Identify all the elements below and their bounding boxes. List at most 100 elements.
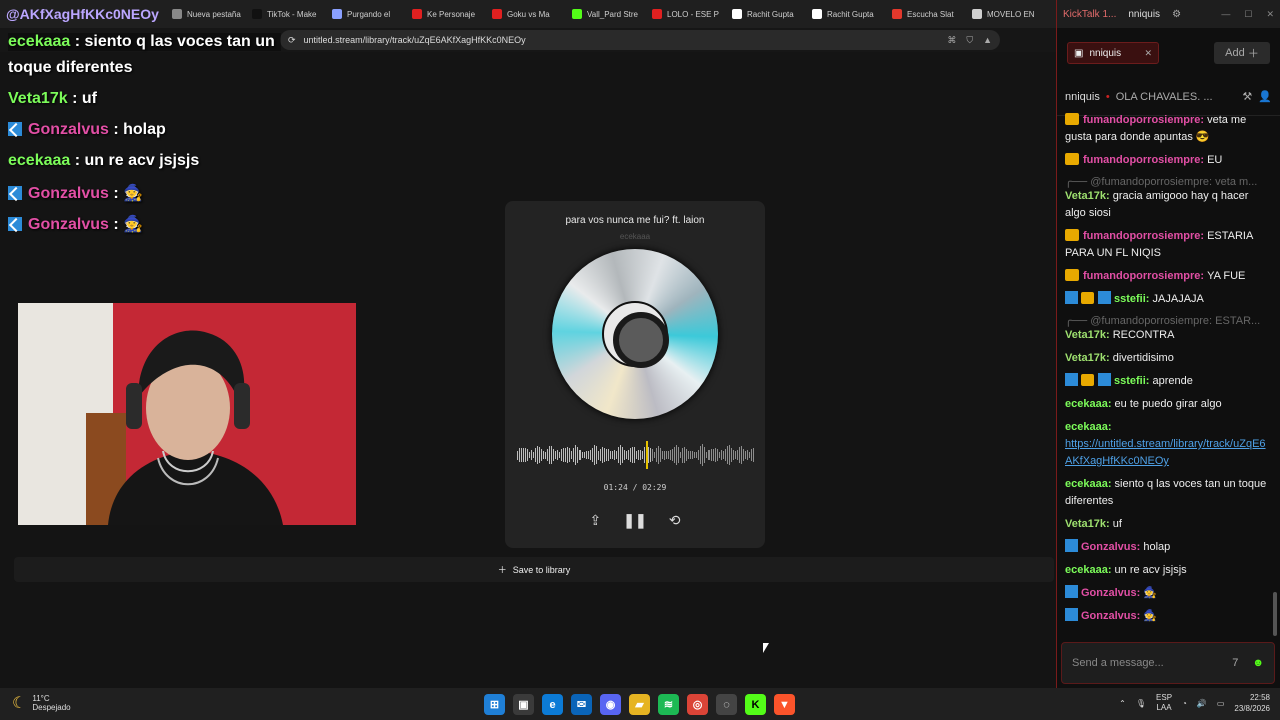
chat-username[interactable]: Gonzalvus: — [1081, 587, 1143, 599]
chat-username[interactable]: fumandoporrosiempre: — [1083, 154, 1207, 166]
waveform-bar — [521, 448, 523, 462]
overlay-chat-line: toque diferentes — [8, 59, 132, 77]
browser-tab[interactable]: Goku vs Ma — [486, 0, 566, 28]
maximize-icon[interactable]: ☐ — [1244, 9, 1252, 20]
chat-message: fumandoporrosiempre: EU — [1065, 152, 1271, 169]
emote-7tv-icon[interactable]: 7 — [1232, 657, 1238, 669]
close-icon[interactable]: ✕ — [1266, 9, 1274, 20]
waveform-bar — [571, 450, 573, 460]
reply-preview[interactable]: ╭── @fumandoporrosiempre: ESTAR... — [1065, 314, 1271, 327]
chat-username[interactable]: Veta17k: — [1065, 190, 1113, 202]
url-text[interactable]: untitled.stream/library/track/uZqE6AKfXa… — [304, 35, 526, 45]
chat-username[interactable]: ecekaaa: — [1065, 478, 1115, 490]
close-tab-icon[interactable]: ✕ — [1144, 48, 1152, 59]
mic-icon[interactable]: 🎙 — [1136, 699, 1146, 708]
chevron-up-icon[interactable]: ⌃ — [1119, 699, 1126, 708]
language-indicator[interactable]: ESP LAA — [1156, 693, 1172, 713]
waveform-bar — [734, 451, 736, 459]
mod-icon[interactable]: ⚒ — [1242, 90, 1252, 103]
start-icon[interactable]: ⊞ — [484, 694, 505, 715]
outlook-icon[interactable]: ✉ — [571, 694, 592, 715]
browser-tab[interactable]: Nueva pestaña — [166, 0, 246, 28]
settings-icon[interactable]: ⚙ — [1172, 9, 1181, 20]
waveform-bar — [692, 451, 694, 459]
add-channel-button[interactable]: Add ＋ — [1214, 42, 1270, 64]
weather-widget[interactable]: ☾ 11°C Despejado — [12, 693, 71, 713]
share-icon[interactable]: ⇪ — [590, 512, 602, 529]
wifi-icon[interactable]: ◔ — [1182, 699, 1187, 708]
task-view-icon[interactable]: ▣ — [513, 694, 534, 715]
browser-tab[interactable]: LOLO - ESE P — [646, 0, 726, 28]
chat-username[interactable]: fumandoporrosiempre: — [1083, 114, 1207, 126]
battery-icon[interactable]: ▭ — [1217, 699, 1225, 708]
translate-icon[interactable]: ⌘ — [947, 35, 956, 46]
kick-icon[interactable]: K — [745, 694, 766, 715]
reload-icon[interactable]: ⟳ — [288, 35, 296, 46]
chat-link[interactable]: https://untitled.stream/library/track/uZ… — [1065, 436, 1271, 470]
address-bar[interactable]: ⟳ untitled.stream/library/track/uZqE6AKf… — [280, 30, 1000, 50]
chat-username[interactable]: Gonzalvus: — [1081, 610, 1143, 622]
folder-icon[interactable]: ▰ — [629, 694, 650, 715]
chat-input[interactable]: Send a message... 7 ☻ — [1061, 642, 1275, 684]
brave-icon[interactable]: ▼ — [774, 694, 795, 715]
playhead-marker[interactable] — [646, 441, 649, 469]
browser-tab[interactable]: @AKfXagHfKKc0NEOy — [0, 0, 166, 28]
chat-username[interactable]: ecekaaa: — [1065, 421, 1112, 433]
waveform-bar — [738, 447, 740, 463]
brave-shield-icon[interactable]: ⛉ — [966, 35, 973, 46]
browser-tab[interactable]: Rachit Gupta — [806, 0, 886, 28]
overlay-message-text: toque diferentes — [8, 59, 133, 76]
tab-label: Ke Personaje — [427, 9, 476, 19]
users-icon[interactable]: 👤 — [1258, 90, 1272, 103]
save-to-library-button[interactable]: ＋ Save to library — [14, 557, 1054, 582]
minimize-icon[interactable]: — — [1221, 9, 1230, 20]
browser-tab[interactable]: Rachit Gupta — [726, 0, 806, 28]
browser-tab[interactable]: TikTok - Make — [246, 0, 326, 28]
tab-nniquis[interactable]: ▣ nniquis ✕ — [1067, 42, 1159, 64]
kicktalk-titlebar: KickTalk 1... nniquis ⚙ — ☐ ✕ — [1057, 0, 1280, 28]
chat-scrollbar[interactable] — [1273, 592, 1277, 636]
chat-username[interactable]: Gonzalvus: — [1081, 541, 1143, 553]
clock-date: 23/8/2026 — [1234, 704, 1270, 713]
overlay-chat-line: ecekaaa : un re acv jsjsjs — [8, 152, 199, 170]
discord-icon[interactable]: ◉ — [600, 694, 621, 715]
waveform-seekbar[interactable] — [517, 441, 754, 469]
chat-username[interactable]: fumandoporrosiempre: — [1083, 270, 1207, 282]
chat-input-placeholder[interactable]: Send a message... — [1072, 657, 1164, 669]
chat-username[interactable]: Veta17k: — [1065, 352, 1113, 364]
chat-message: Veta17k: RECONTRA — [1065, 327, 1271, 344]
obs-icon[interactable]: ◌ — [716, 694, 737, 715]
waveform-bar — [529, 451, 531, 459]
stream-user[interactable]: nniquis — [1065, 91, 1100, 103]
waveform-bar — [708, 449, 710, 461]
chat-username[interactable]: sstefii: — [1114, 293, 1153, 305]
browser-tab[interactable]: Ke Personaje — [406, 0, 486, 28]
weather-desc: Despejado — [32, 703, 71, 712]
track-artist[interactable]: ecekaaa — [505, 232, 765, 241]
clock[interactable]: 22:58 23/8/2026 — [1234, 692, 1270, 714]
chat-username[interactable]: fumandoporrosiempre: — [1083, 230, 1207, 242]
browser-tab[interactable]: Purgando el — [326, 0, 406, 28]
chrome-icon[interactable]: ◎ — [687, 694, 708, 715]
chat-username[interactable]: Veta17k: — [1065, 518, 1113, 530]
waveform-bar — [633, 447, 635, 463]
browser-tab[interactable]: MOVELO EN — [966, 0, 1046, 28]
current-user[interactable]: nniquis — [1128, 9, 1160, 20]
reply-preview[interactable]: ╭── @fumandoporrosiempre: veta m... — [1065, 175, 1271, 188]
lang-bottom: LAA — [1156, 703, 1172, 712]
emote-kick-icon[interactable]: ☻ — [1252, 657, 1264, 669]
pause-icon[interactable]: ❚❚ — [623, 512, 646, 529]
speaker-icon[interactable]: 🔊 — [1197, 699, 1207, 708]
browser-tab[interactable]: Escucha Slat — [886, 0, 966, 28]
system-tray: ⌃ 🎙 ESP LAA ◔ 🔊 ▭ 22:58 23/8/2026 — [1119, 692, 1270, 714]
chat-username[interactable]: ecekaaa: — [1065, 564, 1115, 576]
waveform-bar — [672, 448, 674, 462]
edge-icon[interactable]: e — [542, 694, 563, 715]
rewards-icon[interactable]: ▲ — [983, 35, 992, 46]
chat-username[interactable]: Veta17k: — [1065, 329, 1113, 341]
chat-username[interactable]: sstefii: — [1114, 375, 1153, 387]
repeat-icon[interactable]: ⟲ — [669, 512, 681, 529]
spotify-icon[interactable]: ≋ — [658, 694, 679, 715]
chat-username[interactable]: ecekaaa: — [1065, 398, 1115, 410]
browser-tab[interactable]: Vall_Pard Stre — [566, 0, 646, 28]
